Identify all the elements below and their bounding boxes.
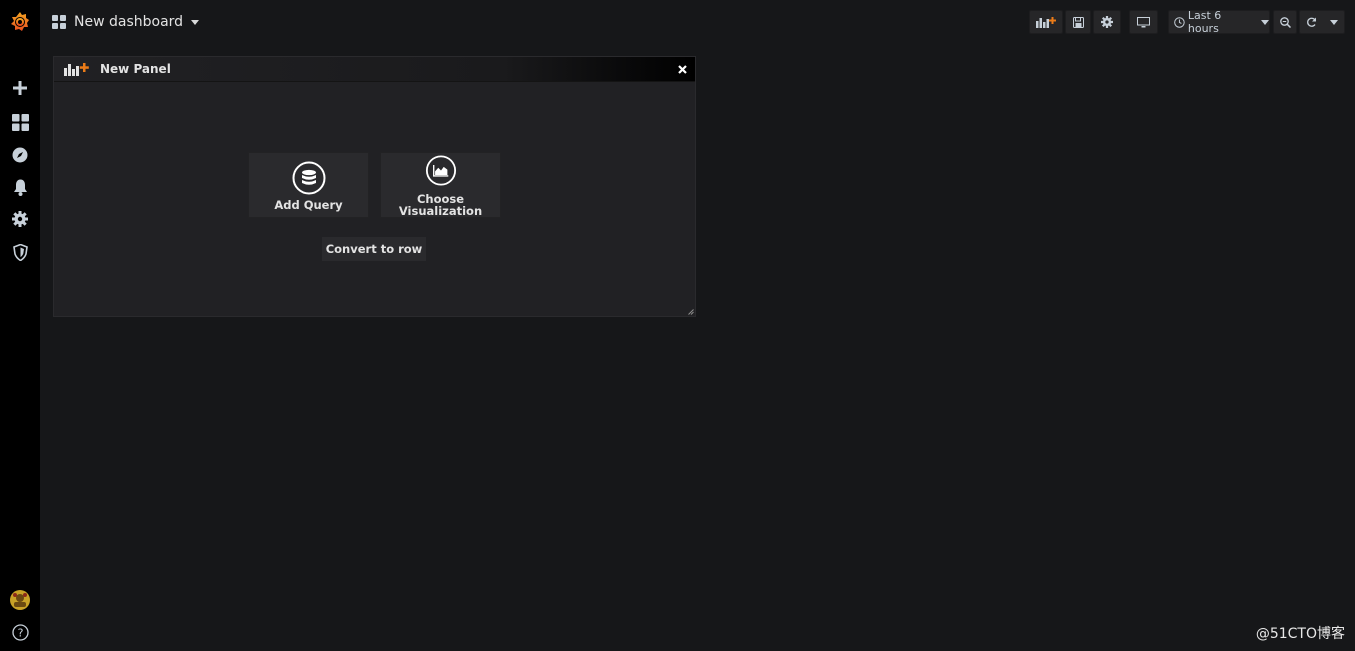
save-icon xyxy=(1072,16,1084,28)
chevron-down-icon xyxy=(1261,19,1269,25)
choose-visualization-label-2: Visualization xyxy=(398,204,483,218)
resize-handle-icon[interactable] xyxy=(688,309,694,315)
dashboards-icon xyxy=(11,113,29,131)
grafana-logo-icon[interactable] xyxy=(0,8,40,36)
close-panel-button[interactable] xyxy=(675,62,689,76)
add-panel-icon xyxy=(1036,17,1056,28)
close-icon xyxy=(677,64,687,74)
convert-to-row-button[interactable]: Convert to row xyxy=(322,237,426,261)
refresh-icon xyxy=(1307,17,1317,27)
sidebar-item-explore[interactable] xyxy=(0,141,40,169)
search-minus-icon xyxy=(1279,16,1291,28)
add-query-button[interactable]: Add Query xyxy=(248,152,369,218)
chevron-down-icon[interactable] xyxy=(1329,19,1338,25)
sidebar: ? xyxy=(0,0,40,651)
monitor-icon xyxy=(1137,16,1150,27)
gear-icon xyxy=(12,211,28,227)
dashboard-title: New dashboard xyxy=(74,14,184,30)
dashboard-title-picker[interactable]: New dashboard xyxy=(52,11,200,33)
dashboards-icon xyxy=(52,15,66,29)
watermark: @51CTO博客 xyxy=(1255,626,1345,642)
sidebar-item-create[interactable] xyxy=(0,74,40,102)
sidebar-item-help[interactable]: ? xyxy=(0,618,40,646)
choose-visualization-button[interactable]: Choose Visualization xyxy=(380,152,501,218)
shield-icon xyxy=(12,243,28,261)
svg-text:?: ? xyxy=(17,626,23,639)
add-panel-button[interactable] xyxy=(1029,10,1063,34)
clock-icon xyxy=(1174,16,1185,28)
add-panel-icon xyxy=(64,63,89,76)
zoom-out-button[interactable] xyxy=(1273,10,1297,34)
area-chart-icon xyxy=(425,155,456,186)
bell-icon xyxy=(13,179,27,196)
help-icon: ? xyxy=(11,623,29,641)
panel-header[interactable]: New Panel xyxy=(54,57,695,82)
cycle-view-mode-button[interactable] xyxy=(1129,10,1158,34)
dashboard-settings-button[interactable] xyxy=(1093,10,1121,34)
sidebar-item-configuration[interactable] xyxy=(0,205,40,233)
database-icon xyxy=(292,161,325,195)
sidebar-item-alerting[interactable] xyxy=(0,173,40,201)
time-range-picker[interactable]: Last 6 hours xyxy=(1168,9,1270,35)
explore-icon xyxy=(12,147,28,163)
panel-title: New Panel xyxy=(100,62,171,76)
new-panel: New Panel Add Query Choose Visualization… xyxy=(53,56,696,317)
sidebar-item-profile[interactable] xyxy=(0,586,40,614)
gear-icon xyxy=(1101,16,1113,28)
save-dashboard-button[interactable] xyxy=(1065,10,1091,34)
avatar xyxy=(10,590,30,610)
add-query-label: Add Query xyxy=(274,198,343,212)
sidebar-item-server-admin[interactable] xyxy=(0,238,40,266)
chevron-down-icon xyxy=(191,19,200,25)
sidebar-item-dashboards[interactable] xyxy=(0,108,40,136)
refresh-picker[interactable] xyxy=(1299,10,1345,34)
time-range-label: Last 6 hours xyxy=(1187,9,1222,35)
plus-icon xyxy=(13,81,27,95)
